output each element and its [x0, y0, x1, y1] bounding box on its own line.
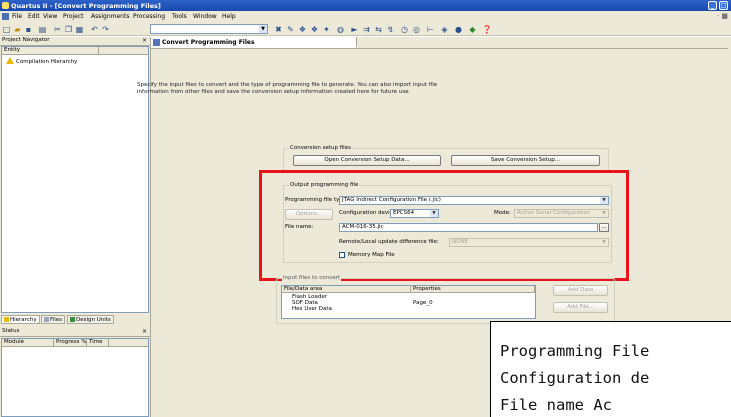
assembler-icon[interactable]: ↯ [386, 25, 395, 34]
menu-edit[interactable]: Edit [28, 13, 40, 20]
status-title: Status [2, 328, 20, 334]
menu-bar: File Edit View Project Assignments Proce… [0, 11, 731, 22]
tab-design-units-label: Design Units [76, 317, 111, 323]
project-navigator-title: Project Navigator [2, 37, 50, 43]
column-divider[interactable] [98, 47, 99, 55]
callout-line-2: Configuration de [500, 369, 650, 387]
open-conversion-setup-button[interactable]: Open Conversion Setup Data... [293, 155, 441, 166]
warning-icon [6, 57, 14, 64]
chevron-down-icon[interactable]: ▼ [259, 25, 267, 33]
intro-text: Specify the input files to convert and t… [137, 82, 438, 95]
left-pane: Project Navigator × Entity Compilation H… [0, 37, 150, 417]
row-area: Hex User Data [292, 306, 332, 312]
zoom-callout: Programming File Configuration de File n… [490, 321, 731, 417]
synthesis-icon[interactable]: ⇉ [362, 25, 371, 34]
open-icon[interactable]: ▰ [13, 25, 22, 34]
tab-hierarchy-label: Hierarchy [10, 317, 37, 323]
restore-button[interactable]: □ [719, 1, 728, 10]
entity-column-header[interactable]: Entity [2, 47, 148, 55]
status-col-module[interactable]: Module [2, 339, 54, 347]
chip-editor-icon[interactable]: ✦ [322, 25, 331, 34]
quartus-app-icon [2, 2, 9, 9]
status-columns: Module Progress % Time [2, 339, 148, 347]
window-title: Quartus II - [Convert Programming Files] [11, 2, 161, 10]
callout-line-1: Programming File [500, 342, 650, 360]
convert-files-icon [153, 39, 160, 46]
paste-icon[interactable]: ▦ [75, 25, 84, 34]
entity-combo[interactable]: ▼ [150, 24, 268, 34]
save-icon[interactable]: ▪ [24, 25, 33, 34]
new-icon[interactable]: □ [2, 25, 11, 34]
input-files-table-header: File/Data area Properties [282, 286, 535, 293]
tab-hierarchy[interactable]: Hierarchy [1, 315, 40, 324]
status-col-progress[interactable]: Progress % [54, 339, 87, 347]
undo-icon[interactable]: ↶ [90, 25, 99, 34]
project-navigator-panel: Entity Compilation Hierarchy [1, 46, 149, 313]
compilation-hierarchy-item[interactable]: Compilation Hierarchy [6, 57, 77, 65]
tab-files-label: Files [50, 317, 63, 323]
files-icon [44, 317, 49, 322]
start-icon[interactable]: ► [350, 25, 359, 34]
menu-window[interactable]: Window [193, 13, 217, 20]
fitter-icon[interactable]: ⇆ [374, 25, 383, 34]
timing-icon[interactable]: ◷ [400, 25, 409, 34]
status-close-icon[interactable]: × [142, 328, 147, 335]
netlist-icon[interactable]: ● [454, 25, 463, 34]
title-bar: Quartus II - [Convert Programming Files]… [0, 0, 731, 11]
tab-files[interactable]: Files [41, 315, 66, 324]
copy-icon[interactable]: ❐ [64, 25, 73, 34]
menu-help[interactable]: Help [222, 13, 236, 20]
add-file-button[interactable]: Add File... [553, 302, 608, 313]
table-row[interactable]: Hex User Data [282, 306, 535, 312]
navigator-close-icon[interactable]: × [142, 37, 147, 44]
cut-icon[interactable]: ✂ [53, 25, 62, 34]
menu-project[interactable]: Project [63, 13, 84, 20]
project-navigator-header: Project Navigator × [0, 37, 150, 46]
tab-convert-programming-files[interactable]: Convert Programming Files [151, 37, 357, 48]
red-highlight-box [259, 170, 629, 281]
rtl-viewer-icon[interactable]: ⊢ [426, 25, 435, 34]
menu-tools[interactable]: Tools [172, 13, 187, 20]
hierarchy-icon [4, 317, 9, 322]
minimize-button[interactable]: _ [708, 1, 717, 10]
tab-design-units[interactable]: Design Units [67, 315, 114, 324]
pin-planner-icon[interactable]: ❖ [310, 25, 319, 34]
compilation-hierarchy-label: Compilation Hierarchy [16, 59, 78, 65]
menu-assignments[interactable]: Assignments [91, 13, 129, 20]
chip-planner-icon[interactable]: ◈ [440, 25, 449, 34]
input-files-table[interactable]: File/Data area Properties Flash Loader S… [281, 285, 536, 319]
stop-icon[interactable]: ✖ [274, 25, 283, 34]
status-header: Status × [0, 328, 150, 337]
save-conversion-setup-button[interactable]: Save Conversion Setup... [451, 155, 600, 166]
document-tab-label: Convert Programming Files [162, 39, 255, 46]
callout-line-3: File name Ac [500, 396, 612, 414]
conversion-setup-legend: Conversion setup files [289, 145, 352, 151]
status-panel: Module Progress % Time [1, 338, 149, 417]
settings-icon[interactable]: ✎ [286, 25, 295, 34]
design-units-icon [70, 317, 75, 322]
mdi-controls[interactable]: - ■ [717, 12, 728, 20]
assignment-editor-icon[interactable]: ❖ [298, 25, 307, 34]
document-icon[interactable] [2, 13, 9, 20]
entity-column-label: Entity [4, 47, 21, 53]
toolbar: □ ▰ ▪ ▤ ✂ ❐ ▦ ↶ ↷ ▼ ✖ ✎ ❖ ❖ ✦ ◍ ► ⇉ ⇆ ↯ … [0, 22, 731, 36]
programmer-icon[interactable]: ◆ [468, 25, 477, 34]
redo-icon[interactable]: ↷ [101, 25, 110, 34]
menu-processing[interactable]: Processing [133, 13, 165, 20]
menu-file[interactable]: File [12, 13, 22, 20]
help-icon[interactable]: ❓ [482, 25, 492, 34]
col-properties[interactable]: Properties [411, 286, 535, 293]
analyze-icon[interactable]: ◍ [336, 25, 345, 34]
add-data-button[interactable]: Add Data [553, 285, 608, 296]
input-files-legend: Input files to convert [282, 275, 342, 281]
simulate-icon[interactable]: ◎ [412, 25, 421, 34]
print-icon[interactable]: ▤ [38, 25, 47, 34]
status-col-time[interactable]: Time [87, 339, 109, 347]
menu-view[interactable]: View [43, 13, 57, 20]
col-file-data-area[interactable]: File/Data area [282, 286, 411, 293]
